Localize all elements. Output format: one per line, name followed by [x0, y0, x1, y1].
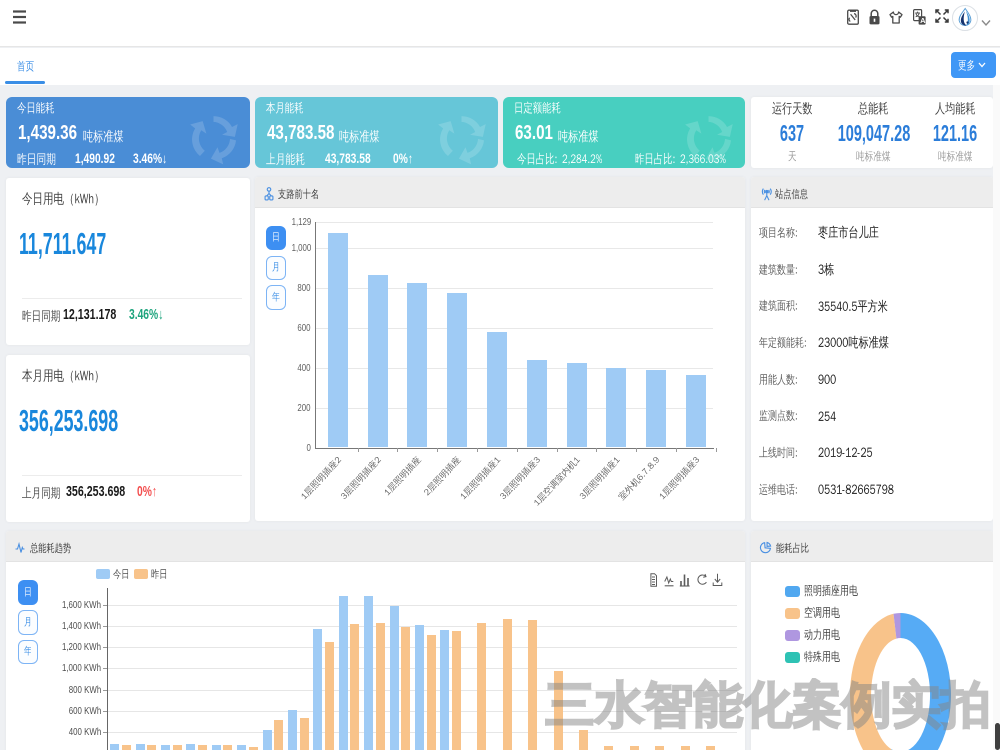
svg-text:A: A [920, 16, 926, 25]
